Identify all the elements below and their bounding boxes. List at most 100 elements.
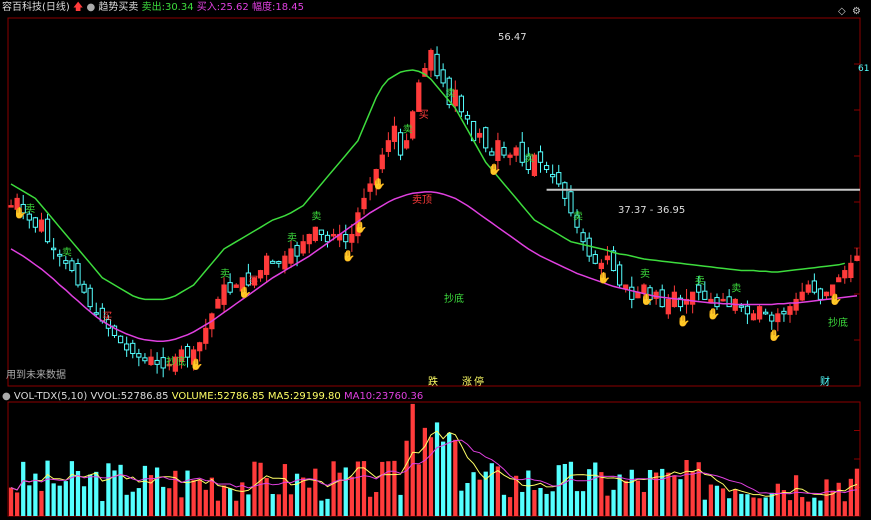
candle-body	[343, 233, 349, 243]
volume-bar	[574, 491, 580, 516]
volume-bar	[221, 485, 227, 516]
volume-bar	[702, 499, 707, 516]
candle-body	[720, 298, 726, 302]
volume-bar	[720, 488, 726, 516]
volume-bar	[8, 487, 14, 516]
sell-signal-label: 卖	[731, 282, 741, 294]
sell-label: 卖出:	[141, 2, 165, 13]
volume-ma5-line	[10, 430, 858, 497]
volume-bar	[800, 497, 805, 516]
bottom-label-1: 抄底	[166, 357, 186, 368]
ma10-label: MA10:	[343, 391, 376, 402]
candle-body	[610, 250, 617, 272]
amp-label: 幅度:	[251, 2, 276, 13]
volume-bar	[641, 491, 647, 516]
candle-body	[854, 255, 860, 261]
volume-bar	[842, 501, 847, 516]
volume-bar	[234, 500, 239, 516]
volume-bar	[215, 500, 221, 516]
volume-bar	[246, 494, 251, 516]
candle-body	[537, 151, 544, 163]
buy-value: 25.62	[220, 2, 249, 13]
volume-bar	[240, 482, 245, 516]
volume-bar	[739, 493, 744, 516]
volume-frame	[7, 401, 861, 517]
stock-chart[interactable]: ✋✋✋✋✋✋✋✋✋✋✋✋✋卖卖卖卖卖卖卖卖卖卖卖卖买买买	[0, 0, 871, 520]
volume-bar	[404, 440, 409, 516]
volume-bar	[775, 483, 780, 516]
volume-bar	[757, 498, 762, 516]
settings-icon[interactable]: ⚙	[852, 6, 861, 18]
candle-body	[550, 173, 556, 178]
volume-bar	[477, 479, 482, 516]
buy-hand-icon: ✋	[640, 293, 654, 306]
sell-signal-label: 卖	[62, 246, 72, 258]
candle-body	[623, 284, 629, 290]
volume-bar	[806, 501, 811, 516]
volume-bar	[161, 486, 166, 516]
volume-bar	[611, 489, 616, 516]
volume-bar	[733, 489, 738, 516]
volume-bar	[276, 494, 281, 516]
vvol-value: 52786.85	[120, 391, 169, 402]
candle-body	[148, 356, 154, 366]
candlesticks	[8, 46, 860, 378]
volume-bar	[410, 403, 415, 516]
candle-body	[738, 305, 744, 308]
volume-bar	[793, 475, 799, 516]
event-label-1: 跌	[428, 377, 438, 388]
volume-bar	[428, 437, 434, 516]
stock-title[interactable]: 容百科技(日线)	[2, 2, 70, 13]
bottom-label-3: 抄底	[828, 318, 848, 329]
sell-signal-label: 卖	[640, 268, 650, 280]
volume-bar	[727, 498, 732, 516]
candle-body	[848, 262, 854, 279]
volume-bar	[209, 477, 215, 516]
candle-body	[38, 219, 45, 232]
volume-bar	[167, 488, 172, 516]
candle-body	[130, 342, 136, 355]
volume-bar	[75, 470, 81, 516]
candle-body	[714, 297, 720, 308]
volume-bar	[544, 493, 549, 516]
candle-body	[641, 284, 647, 294]
volume-bar	[191, 480, 196, 516]
candle-body	[805, 284, 811, 293]
volume-bar	[824, 479, 829, 516]
volume-ma10-line	[10, 439, 858, 495]
candle-body	[318, 229, 325, 235]
candle-body	[312, 226, 318, 241]
candle-body	[63, 260, 69, 264]
vol-indicator[interactable]: VOL-TDX(5,10)	[14, 391, 87, 402]
volume-bar	[136, 488, 141, 516]
sell-signal-label: 卖	[695, 275, 705, 287]
candle-body	[87, 287, 93, 308]
candle-body	[477, 132, 483, 138]
candle-body	[495, 140, 501, 161]
volume-bar	[69, 461, 75, 516]
diamond-icon[interactable]: ◇	[838, 6, 846, 18]
volume-bar	[258, 462, 263, 516]
buy-hand-icon: ✋	[597, 271, 611, 284]
volume-bar	[51, 483, 56, 516]
indicator-name[interactable]: 趋势买卖	[98, 2, 138, 13]
volume-value: 52786.85	[216, 391, 265, 402]
candle-body	[592, 254, 598, 264]
volume-bar	[818, 500, 823, 516]
buy-hand-icon: ✋	[342, 250, 356, 263]
signal-markers: ✋✋✋✋✋✋✋✋✋✋✋✋✋卖卖卖卖卖卖卖卖卖卖卖卖买买买	[13, 88, 842, 371]
volume-bar	[252, 461, 257, 516]
peak-label: 卖顶	[412, 195, 432, 206]
volume-bar	[684, 460, 689, 516]
candle-body	[556, 172, 562, 185]
volume-bar	[501, 494, 507, 516]
candle-body	[349, 233, 355, 243]
buy-hand-icon: ✋	[190, 358, 204, 371]
candle-body	[580, 232, 586, 243]
volume-bar	[301, 477, 306, 516]
sell-signal-label: 卖	[220, 268, 230, 280]
buy-signal-label: 买	[419, 109, 429, 121]
range-label: 37.37 - 36.95	[618, 205, 686, 216]
volume-bar	[526, 470, 531, 516]
volume-bar	[653, 472, 659, 516]
